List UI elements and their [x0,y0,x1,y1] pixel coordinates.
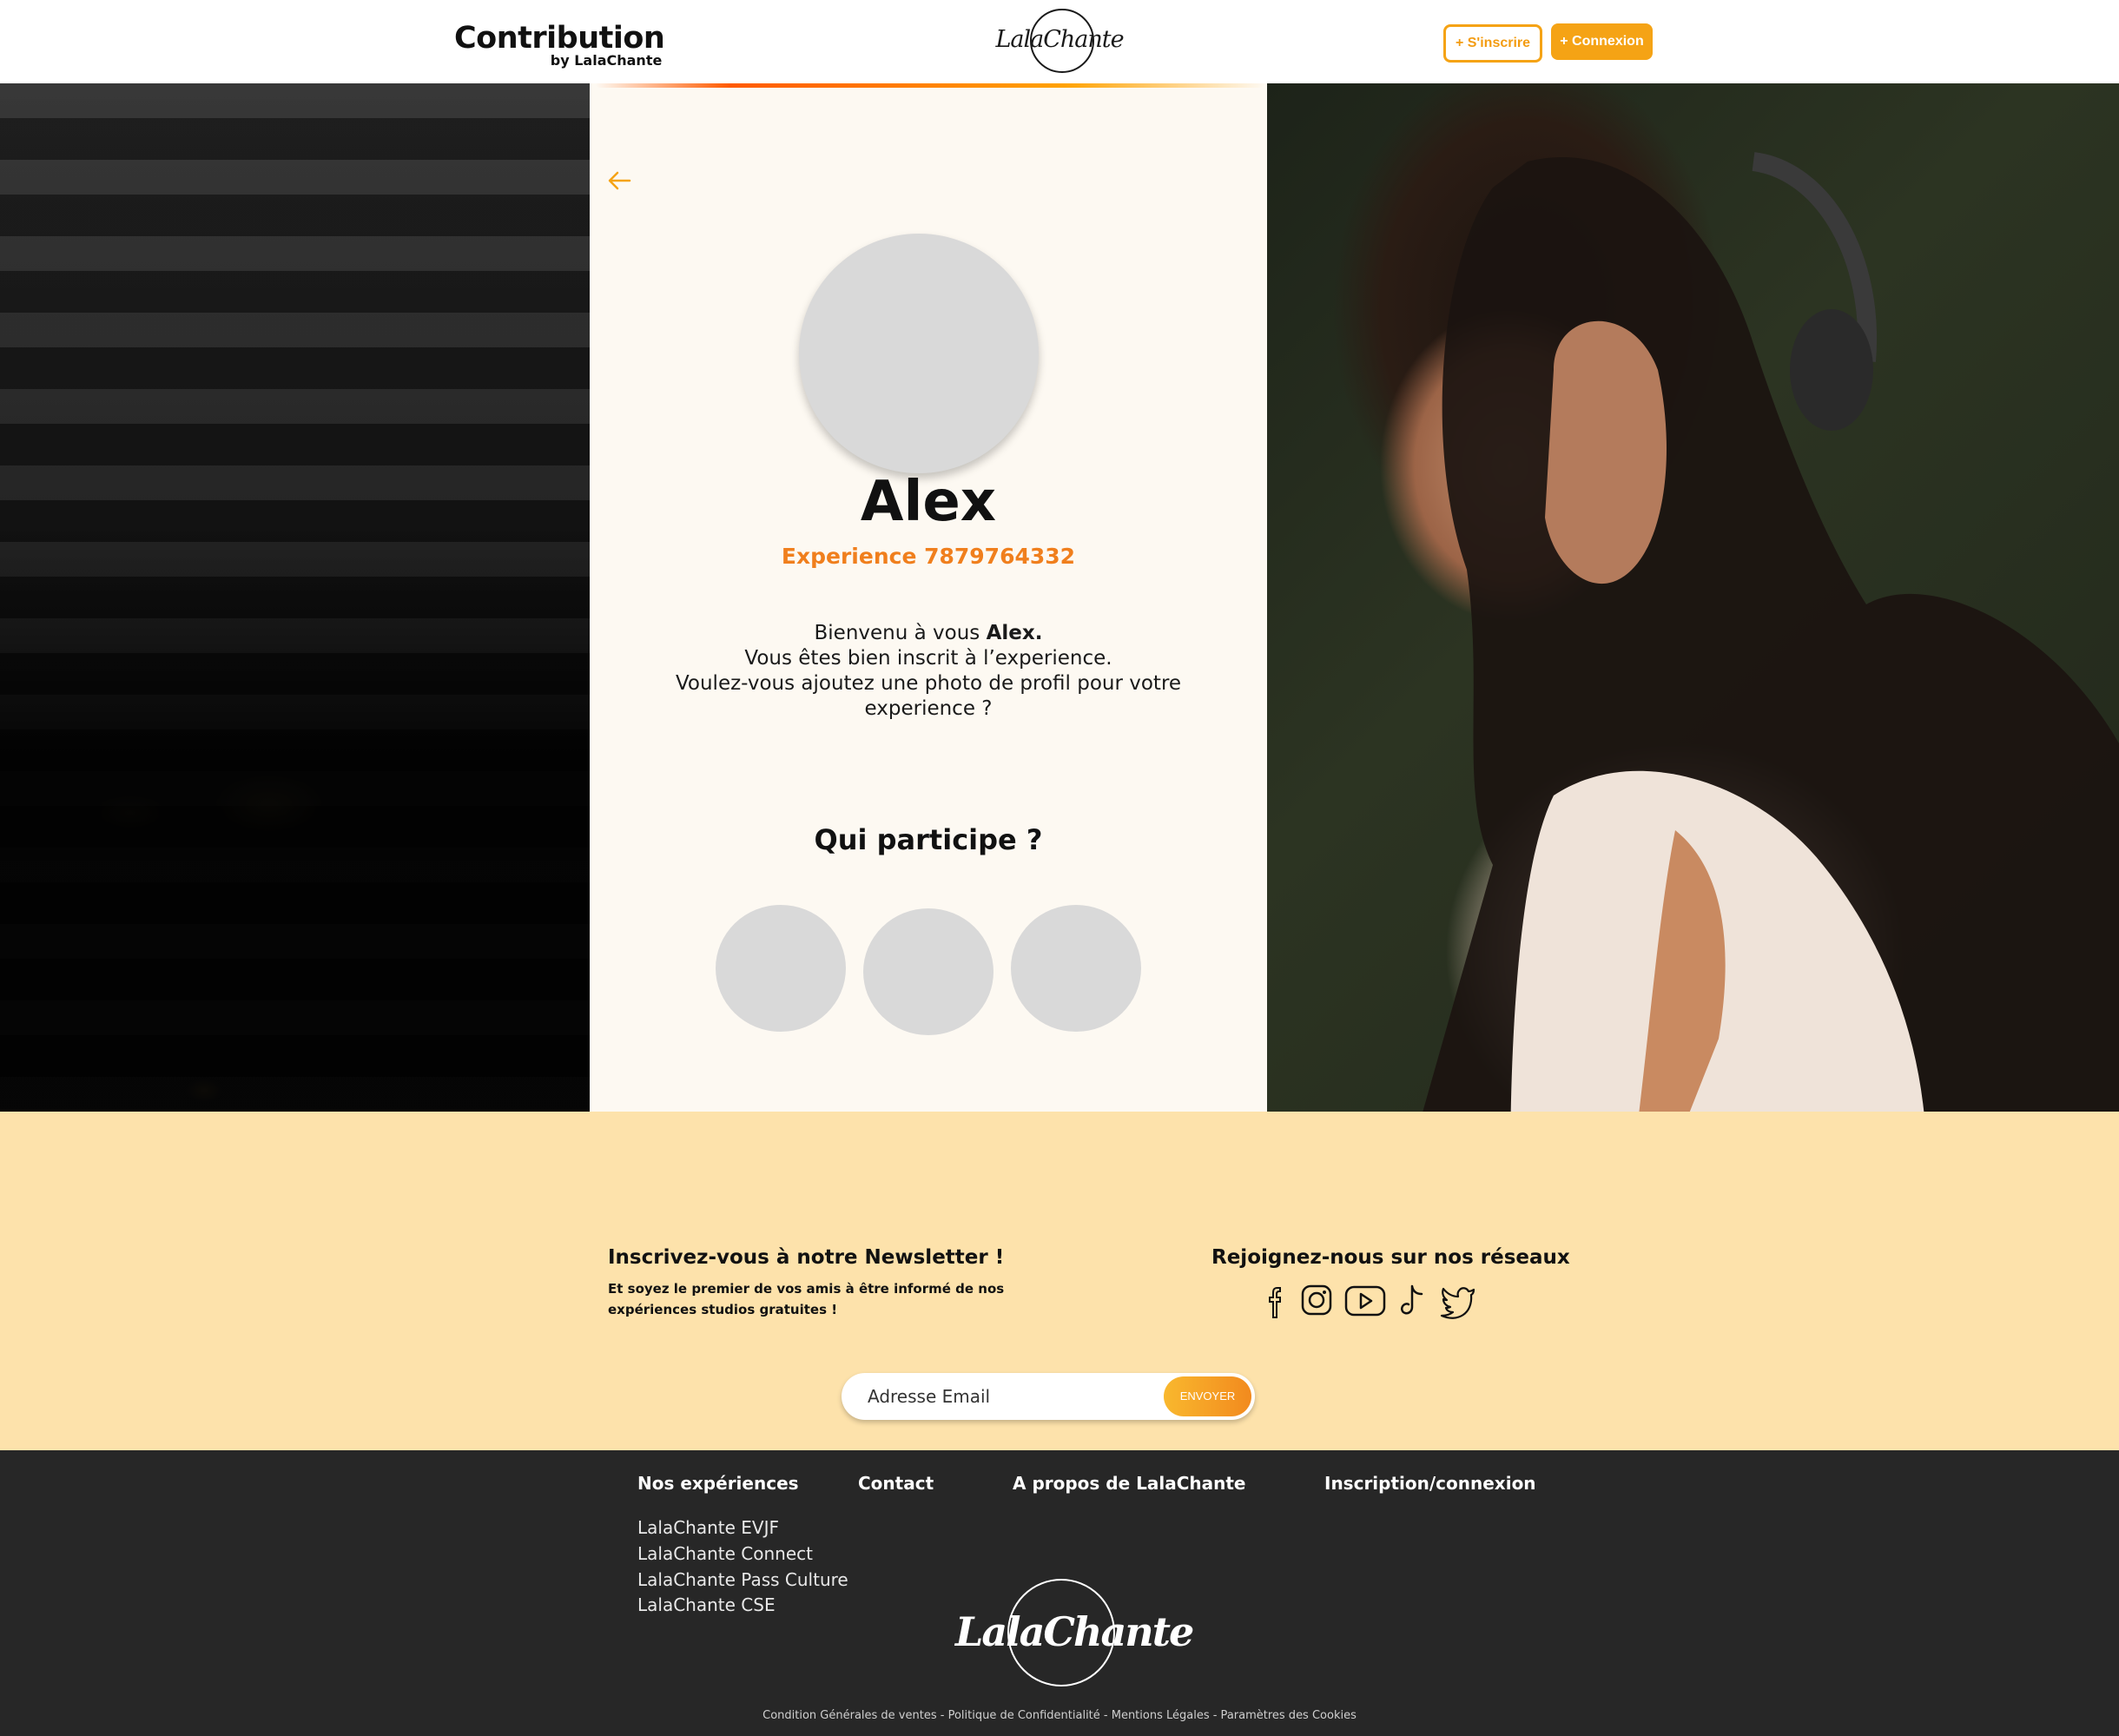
login-button[interactable]: + Connexion [1551,23,1653,60]
welcome-line-2: Vous êtes bien inscrit à l’experience. [744,647,1112,670]
hero-section: Alex Experience 7879764332 Bienvenu à vo… [0,79,2119,1212]
footer-logo[interactable]: LalaChante [955,1575,1194,1688]
instagram-icon[interactable] [1301,1281,1332,1321]
social-title: Rejoignez-nous sur nos réseaux [1211,1246,1570,1269]
singer-illustration [1406,152,2119,1171]
participant-avatar[interactable] [1011,905,1141,1032]
welcome-prefix: Bienvenu à vous [814,622,987,644]
youtube-icon[interactable] [1344,1281,1386,1321]
signup-button[interactable]: + S'inscrire [1443,24,1542,63]
participants-title: Qui participe ? [814,823,1043,856]
participant-avatar[interactable] [863,908,993,1035]
lalachante-logo[interactable]: LalaChante [994,7,1125,76]
footer-logo-text: LalaChante [955,1608,1194,1655]
newsletter-form: ENVOYER [842,1373,1255,1420]
brand-title: Contribution [454,21,665,56]
profile-name: Alex [860,470,997,534]
welcome-name: Alex. [986,622,1043,644]
footer-about-link[interactable]: A propos de LalaChante [1013,1473,1246,1494]
site-footer: Nos expériences Contact A propos de Lala… [0,1450,2119,1736]
back-arrow-icon[interactable] [607,168,631,193]
tiktok-icon[interactable] [1398,1281,1426,1321]
site-header: Contribution by LalaChante LalaChante + … [0,0,2119,83]
footer-link-evjf[interactable]: LalaChante EVJF [637,1517,779,1538]
email-input[interactable] [868,1373,1128,1420]
footer-link-cse[interactable]: LalaChante CSE [637,1594,776,1615]
experience-id: Experience 7879764332 [781,544,1076,569]
footer-link-connect[interactable]: LalaChante Connect [637,1543,813,1564]
social-links [1266,1281,1483,1321]
footer-contact-link[interactable]: Contact [858,1473,934,1494]
brand-subtitle: by LalaChante [550,52,663,69]
welcome-line-3: Voulez-vous ajoutez une photo de profil … [675,672,1182,695]
footer-auth-link[interactable]: Inscription/connexion [1324,1473,1536,1494]
twitter-icon[interactable] [1440,1281,1476,1321]
logo-text: LalaChante [995,26,1124,53]
newsletter-title: Inscrivez-vous à notre Newsletter ! [608,1246,1005,1269]
studio-background-photo [0,83,590,1182]
profile-avatar-placeholder[interactable] [799,234,1039,473]
participant-avatar[interactable] [716,905,846,1032]
legal-links[interactable]: Condition Générales de ventes - Politiqu… [0,1709,2119,1722]
brand-logo[interactable]: Contribution by LalaChante [454,21,665,69]
newsletter-section: Inscrivez-vous à notre Newsletter ! Et s… [0,1112,2119,1450]
welcome-message: Bienvenu à vous Alex. Vous êtes bien ins… [590,621,1267,722]
footer-experiences-heading[interactable]: Nos expériences [637,1473,799,1494]
send-button[interactable]: ENVOYER [1164,1376,1251,1416]
footer-link-pass-culture[interactable]: LalaChante Pass Culture [637,1569,848,1590]
welcome-line-4: experience ? [864,697,993,720]
singer-with-headphones-photo [1267,83,2119,1171]
newsletter-description: Et soyez le premier de vos amis à être i… [608,1281,1005,1317]
facebook-icon[interactable] [1266,1281,1284,1321]
